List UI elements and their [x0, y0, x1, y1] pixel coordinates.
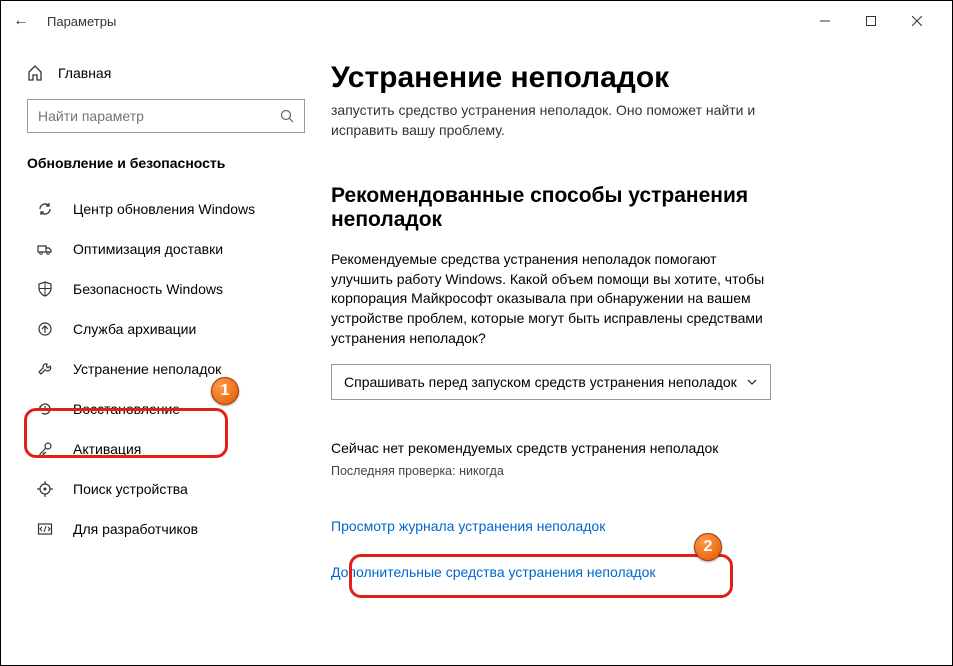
- sidebar-item-find-device[interactable]: Поиск устройства: [1, 469, 331, 509]
- additional-link-wrapper: Дополнительные средства устранения непол…: [331, 564, 711, 580]
- back-button[interactable]: ←: [13, 12, 29, 30]
- maximize-button[interactable]: [848, 6, 894, 36]
- sidebar-item-troubleshoot[interactable]: Устранение неполадок: [1, 349, 331, 389]
- locate-icon: [37, 481, 55, 497]
- sidebar-item-label: Для разработчиков: [73, 521, 198, 537]
- dev-icon: [37, 521, 55, 537]
- wrench-icon: [37, 361, 55, 377]
- additional-troubleshooters-link[interactable]: Дополнительные средства устранения непол…: [331, 564, 711, 580]
- sidebar-item-label: Активация: [73, 441, 141, 457]
- sidebar-item-activation[interactable]: Активация: [1, 429, 331, 469]
- home-icon: [27, 65, 43, 81]
- sidebar-item-windows-update[interactable]: Центр обновления Windows: [1, 189, 331, 229]
- search-icon: [280, 109, 294, 123]
- recommended-heading: Рекомендованные способы устранения непол…: [331, 184, 771, 232]
- sidebar-section-label: Обновление и безопасность: [1, 155, 331, 189]
- window-controls: [802, 6, 940, 36]
- close-button[interactable]: [894, 6, 940, 36]
- recommended-body: Рекомендуемые средства устранения непола…: [331, 250, 771, 348]
- sidebar: Главная Обновление и безопасность Центр …: [1, 41, 331, 665]
- window-title: Параметры: [47, 14, 116, 29]
- sidebar-item-recovery[interactable]: Восстановление: [1, 389, 331, 429]
- last-check-text: Последняя проверка: никогда: [331, 464, 922, 478]
- dropdown-value: Спрашивать перед запуском средств устран…: [344, 374, 737, 390]
- shield-icon: [37, 281, 55, 297]
- sidebar-item-label: Восстановление: [73, 401, 180, 417]
- home-link[interactable]: Главная: [1, 59, 331, 87]
- sidebar-item-label: Оптимизация доставки: [73, 241, 223, 257]
- home-label: Главная: [58, 65, 111, 81]
- page-title: Устранение неполадок: [331, 61, 922, 95]
- sidebar-item-label: Безопасность Windows: [73, 281, 223, 297]
- sidebar-item-label: Служба архивации: [73, 321, 196, 337]
- sidebar-item-windows-security[interactable]: Безопасность Windows: [1, 269, 331, 309]
- sidebar-item-label: Устранение неполадок: [73, 361, 221, 377]
- titlebar: ← Параметры: [1, 1, 952, 41]
- titlebar-left: ← Параметры: [13, 12, 116, 30]
- annotation-badge-1: 1: [211, 377, 239, 405]
- search-input[interactable]: [27, 99, 305, 133]
- archive-icon: [37, 321, 55, 337]
- main-content: Устранение неполадок запустить средство …: [331, 41, 952, 665]
- restore-icon: [37, 401, 55, 417]
- troubleshoot-preference-dropdown[interactable]: Спрашивать перед запуском средств устран…: [331, 364, 771, 400]
- intro-text: запустить средство устранения неполадок.…: [331, 101, 771, 140]
- sidebar-item-backup[interactable]: Служба архивации: [1, 309, 331, 349]
- sync-icon: [37, 201, 55, 217]
- search-field[interactable]: [38, 108, 280, 124]
- status-text: Сейчас нет рекомендуемых средств устране…: [331, 440, 922, 456]
- chevron-down-icon: [746, 376, 758, 388]
- body-area: Главная Обновление и безопасность Центр …: [1, 41, 952, 665]
- sidebar-item-delivery-optimization[interactable]: Оптимизация доставки: [1, 229, 331, 269]
- annotation-badge-2: 2: [694, 533, 722, 561]
- sidebar-item-for-developers[interactable]: Для разработчиков: [1, 509, 331, 549]
- sidebar-item-label: Центр обновления Windows: [73, 201, 255, 217]
- key-icon: [37, 441, 55, 457]
- delivery-icon: [37, 241, 55, 257]
- settings-window: ← Параметры Главная: [0, 0, 953, 666]
- minimize-button[interactable]: [802, 6, 848, 36]
- view-history-link[interactable]: Просмотр журнала устранения неполадок: [331, 518, 922, 534]
- sidebar-item-label: Поиск устройства: [73, 481, 188, 497]
